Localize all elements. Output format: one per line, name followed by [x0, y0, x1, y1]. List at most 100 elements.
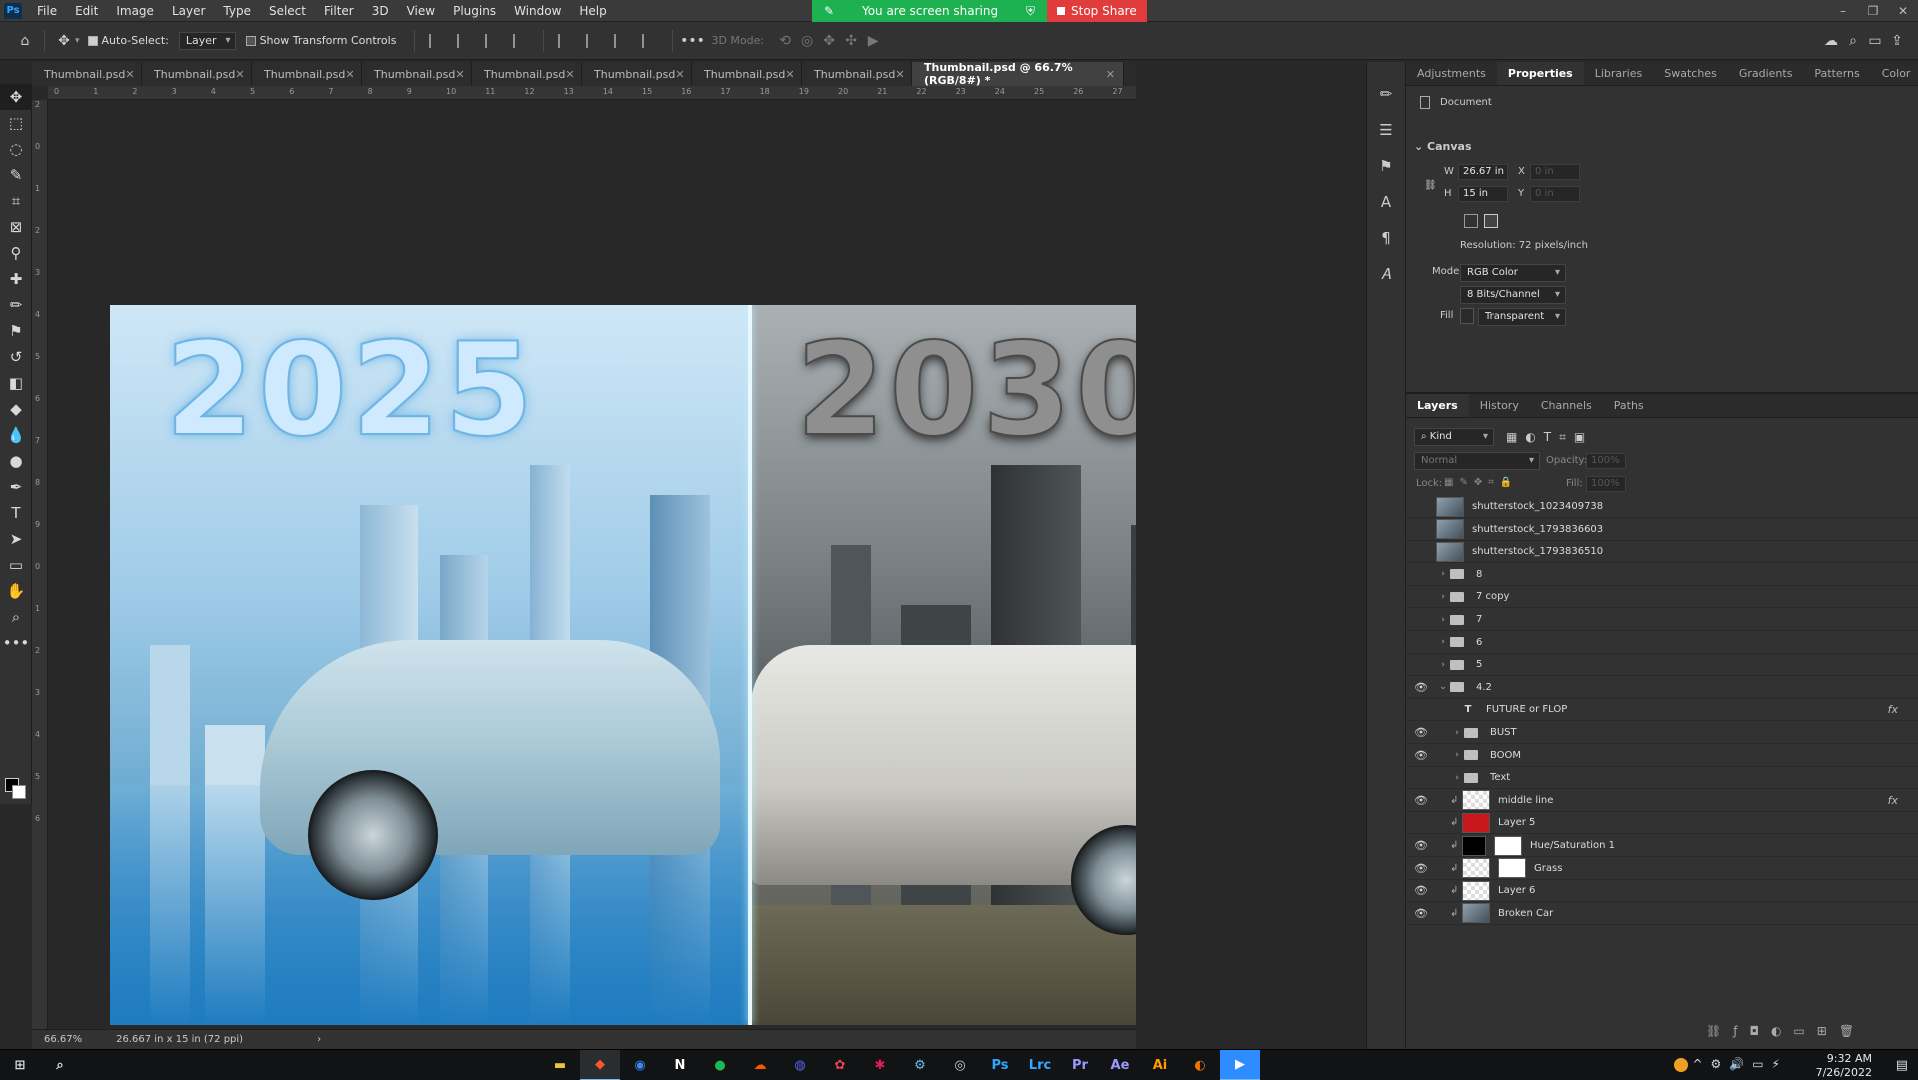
- layer-mask-thumbnail[interactable]: [1494, 835, 1522, 856]
- menu-layer[interactable]: Layer: [163, 0, 214, 22]
- blender-icon[interactable]: ◐: [1180, 1050, 1220, 1080]
- minimize-icon[interactable]: –: [1828, 0, 1858, 22]
- doc-tab[interactable]: Thumbnail.psd ✕: [32, 62, 142, 86]
- tab-gradients[interactable]: Gradients: [1728, 62, 1804, 85]
- layer-thumbnail[interactable]: [1462, 858, 1490, 879]
- opacity-field[interactable]: 100%: [1586, 453, 1626, 469]
- brave-icon[interactable]: ◆: [580, 1049, 620, 1080]
- glyphs-icon[interactable]: 𝐴: [1367, 256, 1405, 292]
- obs-icon[interactable]: ◎: [940, 1050, 980, 1080]
- more-tools-icon[interactable]: •••: [0, 630, 32, 656]
- photoshop-icon[interactable]: Ps: [980, 1050, 1020, 1080]
- type-tool-icon[interactable]: T: [0, 500, 32, 526]
- lightroom-classic-icon[interactable]: Lrc: [1020, 1050, 1060, 1080]
- menu-type[interactable]: Type: [214, 0, 260, 22]
- auto-select-checkbox[interactable]: Auto-Select:: [87, 34, 169, 47]
- layer-row[interactable]: 👁 ↲ Hue/Saturation 1: [1406, 835, 1918, 857]
- chevron-down-icon[interactable]: ▾: [75, 36, 80, 46]
- visibility-eye-icon[interactable]: 👁: [1406, 613, 1436, 626]
- layer-row[interactable]: 👁 › BOOM: [1406, 745, 1918, 767]
- steam-icon[interactable]: ⚙: [900, 1050, 940, 1080]
- visibility-eye-icon[interactable]: 👁: [1406, 636, 1436, 649]
- visibility-eye-icon[interactable]: 👁: [1406, 749, 1436, 762]
- visibility-eye-icon[interactable]: 👁: [1406, 771, 1436, 784]
- mode-dropdown[interactable]: RGB Color: [1460, 264, 1566, 282]
- layer-row[interactable]: 👁 ↲ Layer 6: [1406, 880, 1918, 903]
- close-icon[interactable]: ✕: [235, 68, 244, 81]
- paint-bucket-icon[interactable]: ◆: [0, 396, 32, 422]
- tab-swatches[interactable]: Swatches: [1653, 62, 1728, 85]
- menu-image[interactable]: Image: [107, 0, 163, 22]
- layer-actions[interactable]: ⛓ƒ◘◐▭⊞🗑: [1706, 1024, 1866, 1038]
- slack-icon[interactable]: ✱: [860, 1050, 900, 1080]
- workspace-icon[interactable]: ▭: [1864, 30, 1886, 52]
- doc-tab[interactable]: Thumbnail.psd ✕: [692, 62, 802, 86]
- layer-row[interactable]: 👁 shutterstock_1023409738: [1406, 496, 1918, 518]
- layer-row[interactable]: 👁› 7: [1406, 609, 1918, 631]
- menu-plugins[interactable]: Plugins: [444, 0, 505, 22]
- more-options-icon[interactable]: •••: [680, 30, 705, 52]
- layer-effects-icon[interactable]: fx: [1888, 794, 1898, 807]
- layer-thumbnail[interactable]: [1462, 903, 1490, 924]
- layer-thumbnail[interactable]: [1462, 880, 1490, 901]
- search-icon[interactable]: ⌕: [1842, 30, 1864, 52]
- doc-tab-active[interactable]: Thumbnail.psd @ 66.7% (RGB/8#) * ✕: [912, 61, 1124, 87]
- layer-row[interactable]: 👁› 8: [1406, 564, 1918, 586]
- visibility-eye-icon[interactable]: 👁: [1406, 545, 1436, 558]
- blur-tool-icon[interactable]: 💧: [0, 422, 32, 448]
- landscape-orientation-icon[interactable]: [1484, 214, 1498, 228]
- doc-tab[interactable]: Thumbnail.psd ✕: [142, 62, 252, 86]
- zoom-tool-icon[interactable]: ⌕: [0, 604, 32, 630]
- layer-effects-icon[interactable]: fx: [1888, 703, 1898, 716]
- chevron-right-icon[interactable]: ›: [317, 1034, 321, 1045]
- layer-thumbnail[interactable]: [1462, 790, 1490, 811]
- width-field[interactable]: 26.67 in: [1458, 164, 1508, 180]
- character-icon[interactable]: A: [1367, 184, 1405, 220]
- crop-tool-icon[interactable]: ⌗: [0, 188, 32, 214]
- tab-color[interactable]: Color: [1871, 62, 1918, 85]
- align-bottom-icon[interactable]: [614, 33, 630, 48]
- align-center-icon[interactable]: [457, 33, 473, 48]
- layer-row[interactable]: 👁› 7 copy: [1406, 586, 1918, 609]
- visibility-eye-icon[interactable]: 👁: [1406, 726, 1436, 739]
- premiere-icon[interactable]: Pr: [1060, 1050, 1100, 1080]
- after-effects-icon[interactable]: Ae: [1100, 1050, 1140, 1080]
- close-icon[interactable]: ✕: [895, 68, 904, 81]
- visibility-eye-icon[interactable]: 👁: [1406, 862, 1436, 875]
- layer-row[interactable]: 👁 ↲ Layer 5: [1406, 812, 1918, 835]
- stamp-tool-icon[interactable]: ⚑: [0, 318, 32, 344]
- fill-dropdown[interactable]: Transparent: [1478, 308, 1566, 326]
- menu-view[interactable]: View: [398, 0, 444, 22]
- layer-row[interactable]: 👁 ↲ Broken Car: [1406, 903, 1918, 925]
- discord-icon[interactable]: ◍: [780, 1050, 820, 1080]
- share-icon[interactable]: ⇪: [1886, 30, 1908, 52]
- layer-row[interactable]: 👁› 6: [1406, 632, 1918, 654]
- distribute-icon[interactable]: [513, 33, 529, 48]
- align-middle-icon[interactable]: [586, 33, 602, 48]
- background-color-swatch[interactable]: [12, 785, 26, 799]
- share-pencil-icon[interactable]: ✎: [824, 4, 834, 18]
- chevron-right-icon[interactable]: ›: [1436, 615, 1450, 625]
- visibility-eye-icon[interactable]: 👁: [1406, 884, 1436, 897]
- doc-tab[interactable]: Thumbnail.psd ✕: [582, 62, 692, 86]
- layer-row[interactable]: 👁 T FUTURE or FLOP fx: [1406, 699, 1918, 722]
- windows-start-icon[interactable]: ⊞: [0, 1050, 40, 1080]
- fill-swatch[interactable]: [1460, 308, 1474, 324]
- layer-thumbnail[interactable]: [1436, 541, 1464, 562]
- layer-row[interactable]: 👁 › Text: [1406, 767, 1918, 790]
- home-icon[interactable]: ⌂: [14, 30, 36, 52]
- chevron-right-icon[interactable]: ›: [1450, 773, 1464, 783]
- visibility-eye-icon[interactable]: 👁: [1406, 523, 1436, 536]
- hand-tool-icon[interactable]: ✋: [0, 578, 32, 604]
- tab-channels[interactable]: Channels: [1530, 394, 1603, 417]
- cloud-docs-icon[interactable]: ☁: [1820, 30, 1842, 52]
- move-tool-icon[interactable]: ✥: [53, 30, 75, 52]
- dodge-tool-icon[interactable]: ●: [0, 448, 32, 474]
- auto-select-target-dropdown[interactable]: Layer: [178, 31, 236, 50]
- 3d-scale-icon[interactable]: ▶: [862, 30, 884, 52]
- lock-icons[interactable]: ▦✎✥⌗🔒: [1444, 477, 1518, 488]
- ruler-vertical[interactable]: 2 0 1 2 3 4 5 6 7 8 9 0 1 2 3 4 5 6: [32, 100, 48, 1029]
- portrait-orientation-icon[interactable]: [1464, 214, 1478, 228]
- menu-filter[interactable]: Filter: [315, 0, 363, 22]
- quick-select-tool-icon[interactable]: ✎: [0, 162, 32, 188]
